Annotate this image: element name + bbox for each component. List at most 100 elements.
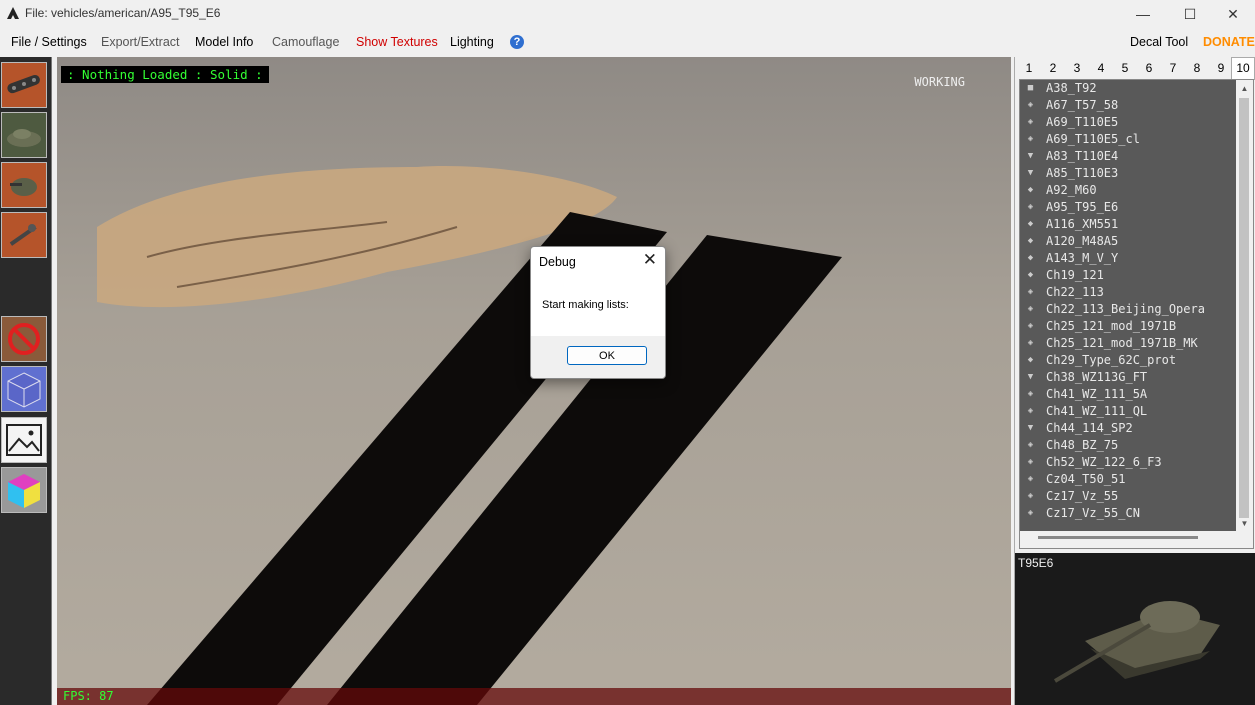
- list-item[interactable]: ◈ Ch52_WZ_122_6_F3: [1020, 454, 1253, 471]
- scroll-down-icon[interactable]: ▼: [1236, 515, 1253, 532]
- fps-counter: FPS: 87: [63, 689, 114, 703]
- list-item-label: A67_T57_58: [1046, 98, 1119, 112]
- tank-list[interactable]: ■ A38_T92 ◈ A67_T57_58 ◈ A69_T110E5 ◈ A69_T1…: [1019, 79, 1254, 549]
- list-item-label: A95_T95_E6: [1046, 200, 1119, 214]
- list-item-label: Cz04_T50_51: [1046, 472, 1126, 486]
- tab-2[interactable]: 2: [1041, 57, 1065, 79]
- list-item[interactable]: ◈ Ch41_WZ_111_5A: [1020, 386, 1253, 403]
- list-item[interactable]: ◈ Cz17_Vz_55: [1020, 488, 1253, 505]
- scroll-up-icon[interactable]: ▲: [1236, 80, 1253, 97]
- dialog-footer: OK: [531, 336, 665, 378]
- list-item-label: Ch25_121_mod_1971B_MK: [1046, 336, 1198, 350]
- status-readout: : Nothing Loaded : Solid :: [61, 66, 269, 83]
- close-icon[interactable]: ✕: [643, 250, 657, 270]
- wireframe-button[interactable]: [1, 366, 47, 412]
- tab-1[interactable]: 1: [1017, 57, 1041, 79]
- image-button[interactable]: [1, 417, 47, 463]
- list-item[interactable]: ◆ Ch19_121: [1020, 267, 1253, 284]
- tab-6[interactable]: 6: [1137, 57, 1161, 79]
- list-vertical-scrollbar[interactable]: ▲ ▼: [1236, 80, 1253, 532]
- list-item[interactable]: ◆ A92_M60: [1020, 182, 1253, 199]
- tank-type-icon: ◆: [1027, 236, 1034, 246]
- ok-button[interactable]: OK: [567, 346, 647, 365]
- menu-lighting[interactable]: Lighting: [450, 35, 494, 49]
- gun-icon: [9, 224, 37, 246]
- tank-type-icon: ◈: [1027, 321, 1034, 331]
- maximize-button[interactable]: ☐: [1167, 0, 1213, 28]
- list-item[interactable]: ▼ Ch44_114_SP2: [1020, 420, 1253, 437]
- list-item[interactable]: ◈ Ch22_113_Beijing_Opera: [1020, 301, 1253, 318]
- menu-decal-tool[interactable]: Decal Tool: [1130, 35, 1188, 49]
- list-item[interactable]: ◈ Ch25_121_mod_1971B: [1020, 318, 1253, 335]
- scroll-thumb[interactable]: [1239, 98, 1249, 518]
- turret-button[interactable]: [1, 162, 47, 208]
- tab-7[interactable]: 7: [1161, 57, 1185, 79]
- menu-model-info[interactable]: Model Info: [195, 35, 253, 49]
- scroll-thumb[interactable]: [1038, 536, 1198, 539]
- hide-button[interactable]: [1, 316, 47, 362]
- tab-4[interactable]: 4: [1089, 57, 1113, 79]
- list-item[interactable]: ◈ A67_T57_58: [1020, 97, 1253, 114]
- list-item[interactable]: ◈ Ch25_121_mod_1971B_MK: [1020, 335, 1253, 352]
- minimize-button[interactable]: —: [1120, 0, 1166, 28]
- help-icon[interactable]: ?: [510, 35, 524, 49]
- dialog-title: Debug: [539, 255, 576, 269]
- list-item[interactable]: ◆ A120_M48A5: [1020, 233, 1253, 250]
- list-item-label: A85_T110E3: [1046, 166, 1119, 180]
- tab-10[interactable]: 10: [1231, 57, 1255, 80]
- list-item[interactable]: ◆ A143_M_V_Y: [1020, 250, 1253, 267]
- left-toolbar: [0, 57, 52, 705]
- tab-5[interactable]: 5: [1113, 57, 1137, 79]
- color-cube-button[interactable]: [1, 467, 47, 513]
- gun-button[interactable]: [1, 212, 47, 258]
- color-cube-icon: [8, 474, 40, 508]
- menu-file-settings[interactable]: File / Settings: [11, 35, 87, 49]
- list-item[interactable]: ▼ A83_T110E4: [1020, 148, 1253, 165]
- list-item[interactable]: ◈ A69_T110E5_cl: [1020, 131, 1253, 148]
- list-item[interactable]: ◈ A69_T110E5: [1020, 114, 1253, 131]
- tank-type-icon: ◈: [1027, 304, 1034, 314]
- donate-link[interactable]: DONATE: [1203, 35, 1255, 49]
- list-item[interactable]: ▼ Ch38_WZ113G_FT: [1020, 369, 1253, 386]
- debug-dialog: Debug ✕ Start making lists: OK: [530, 246, 666, 379]
- list-item[interactable]: ◈ A95_T95_E6: [1020, 199, 1253, 216]
- 3d-viewport[interactable]: : Nothing Loaded : Solid : WORKING FPS: …: [57, 57, 1011, 705]
- menu-export-extract[interactable]: Export/Extract: [101, 35, 180, 49]
- list-item[interactable]: ◈ Ch41_WZ_111_QL: [1020, 403, 1253, 420]
- list-item-label: A116_XM551: [1046, 217, 1119, 231]
- hull-button[interactable]: [1, 112, 47, 158]
- list-item[interactable]: ◈ Cz17_Vz_55_CN: [1020, 505, 1253, 522]
- tank-preview: T95E6: [1015, 553, 1255, 705]
- tank-type-icon: ◈: [1027, 117, 1034, 127]
- tank-type-icon: ◆: [1027, 355, 1034, 365]
- list-item[interactable]: ■ A38_T92: [1020, 80, 1253, 97]
- list-item-label: Ch38_WZ113G_FT: [1046, 370, 1148, 384]
- menu-camouflage[interactable]: Camouflage: [272, 35, 339, 49]
- tank-type-icon: ◈: [1027, 406, 1034, 416]
- tank-type-icon: ◆: [1027, 270, 1034, 280]
- tank-type-icon: ▼: [1027, 168, 1034, 178]
- list-item-label: Ch19_121: [1046, 268, 1104, 282]
- close-window-button[interactable]: ✕: [1210, 0, 1255, 28]
- tab-9[interactable]: 9: [1209, 57, 1233, 79]
- list-horizontal-scrollbar[interactable]: [1020, 531, 1253, 548]
- list-item[interactable]: ▼ A85_T110E3: [1020, 165, 1253, 182]
- tank-type-icon: ◈: [1027, 457, 1034, 467]
- list-item-label: Ch52_WZ_122_6_F3: [1046, 455, 1162, 469]
- tab-3[interactable]: 3: [1065, 57, 1089, 79]
- list-item-label: Ch29_Type_62C_prot: [1046, 353, 1177, 367]
- tracks-button[interactable]: [1, 62, 47, 108]
- list-item[interactable]: ◆ A116_XM551: [1020, 216, 1253, 233]
- list-item-label: Ch22_113: [1046, 285, 1104, 299]
- tank-type-icon: ◈: [1027, 474, 1034, 484]
- list-item[interactable]: ◈ Cz04_T50_51: [1020, 471, 1253, 488]
- list-item[interactable]: ◈ Ch22_113: [1020, 284, 1253, 301]
- working-indicator: WORKING: [914, 75, 965, 89]
- list-item[interactable]: ◆ Ch29_Type_62C_prot: [1020, 352, 1253, 369]
- list-item-label: A120_M48A5: [1046, 234, 1119, 248]
- menu-show-textures[interactable]: Show Textures: [356, 35, 438, 49]
- tank-type-icon: ◈: [1027, 338, 1034, 348]
- tab-8[interactable]: 8: [1185, 57, 1209, 79]
- list-item[interactable]: ◈ Ch48_BZ_75: [1020, 437, 1253, 454]
- list-item-label: Cz17_Vz_55_CN: [1046, 506, 1140, 520]
